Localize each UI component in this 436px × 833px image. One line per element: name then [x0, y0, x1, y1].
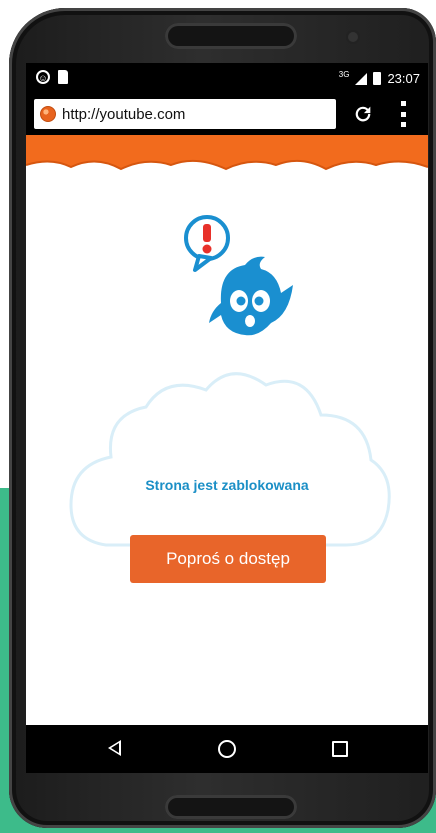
recent-apps-icon[interactable]	[332, 741, 348, 757]
url-text: http://youtube.com	[62, 105, 186, 123]
home-icon[interactable]	[218, 740, 236, 758]
url-field[interactable]: http://youtube.com	[34, 99, 336, 129]
refresh-button[interactable]	[352, 103, 374, 125]
sd-card-icon	[58, 70, 68, 84]
network-type: 3G	[338, 70, 350, 79]
front-camera	[348, 32, 358, 42]
block-page-content: Strona jest zablokowana Poproś o dostęp	[26, 135, 428, 725]
clock: 23:07	[387, 71, 420, 86]
globe-icon	[40, 106, 56, 122]
refresh-icon	[355, 106, 371, 122]
request-access-button[interactable]: Poproś o dostęp	[130, 535, 326, 583]
overflow-menu-icon	[400, 101, 406, 106]
back-icon[interactable]	[108, 740, 121, 756]
blocked-message: Strona jest zablokowana	[145, 477, 309, 493]
battery-icon	[373, 72, 382, 85]
accessibility-icon: ☺	[36, 70, 50, 84]
status-bar: ☺ 3G 23:07	[26, 63, 428, 93]
browser-toolbar: http://youtube.com	[26, 93, 428, 135]
signal-icon	[355, 72, 368, 85]
top-speaker	[165, 23, 297, 49]
navigation-bar	[26, 725, 428, 773]
mascot-alert-icon	[184, 215, 293, 336]
overflow-menu-button[interactable]	[399, 101, 407, 127]
phone-screen: ☺ 3G 23:07 http://youtube.com Strona jes…	[26, 63, 428, 773]
bottom-speaker	[165, 795, 297, 819]
